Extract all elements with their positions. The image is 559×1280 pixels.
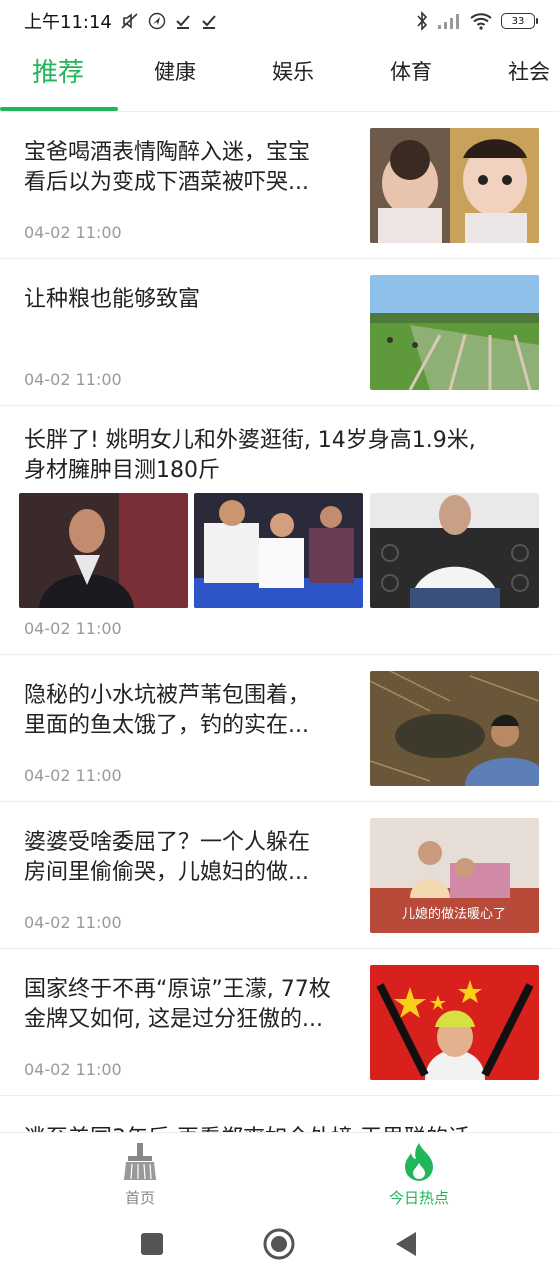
news-time: 04-02 11:00 — [24, 913, 122, 932]
news-item[interactable]: 国家终于不再“原谅”王濛, 77枚 金牌又如何, 这是过分狂傲的... 04-0… — [0, 949, 559, 1096]
news-title: 隐秘的小水坑被芦苇包围着， 里面的鱼太饿了，钓的实在... — [24, 681, 310, 741]
tab-recommend[interactable]: 推荐 — [32, 52, 84, 89]
news-title-line: 国家终于不再“原谅”王濛, 77枚 — [24, 977, 331, 1002]
recent-apps-icon[interactable] — [140, 1232, 164, 1256]
news-thumbnail — [370, 965, 539, 1080]
signal-icon — [438, 14, 459, 29]
news-item[interactable]: 长胖了! 姚明女儿和外婆逛街, 14岁身高1.9米, 身材臃肿目测180斤 04… — [0, 406, 559, 655]
news-thumbnail — [370, 128, 539, 243]
nav-hot-today[interactable]: 今日热点 — [359, 1141, 479, 1208]
news-thumbnail — [370, 493, 539, 608]
news-title-line: 宝爸喝酒表情陶醉入迷，宝宝 — [24, 140, 311, 165]
news-title-line: 看后以为变成下酒菜被吓哭... — [24, 170, 309, 195]
news-thumbnail — [370, 671, 539, 786]
news-time: 04-02 11:00 — [24, 1060, 122, 1079]
news-thumbnail — [370, 275, 539, 390]
active-tab-indicator — [0, 107, 118, 111]
nav-home-label: 首页 — [124, 1189, 155, 1207]
category-tabs: 推荐 健康 娱乐 体育 社会 — [0, 48, 559, 112]
news-title-line: 长胖了! 姚明女儿和外婆逛街, 14岁身高1.9米, — [24, 428, 476, 453]
news-title-line: 身材臃肿目测180斤 — [24, 458, 220, 483]
status-time: 上午11:14 — [24, 12, 112, 33]
bluetooth-icon — [417, 11, 428, 31]
news-title: 长胖了! 姚明女儿和外婆逛街, 14岁身高1.9米, 身材臃肿目测180斤 — [24, 426, 476, 486]
news-time: 04-02 11:00 — [24, 766, 122, 785]
news-title-line: 隐秘的小水坑被芦苇包围着， — [24, 683, 311, 708]
news-item[interactable]: 隐秘的小水坑被芦苇包围着， 里面的鱼太饿了，钓的实在... 04-02 11:0… — [0, 655, 559, 802]
nav-hot-today-label: 今日热点 — [388, 1189, 449, 1207]
home-icon[interactable] — [263, 1228, 295, 1260]
news-thumbnail — [194, 493, 363, 608]
news-thumbnail: 儿媳的做法暖心了 — [370, 818, 539, 933]
news-item[interactable]: 让种粮也能够致富 04-02 11:00 — [0, 259, 559, 406]
news-title-line: 金牌又如何, 这是过分狂傲的... — [24, 1007, 323, 1032]
mute-icon — [121, 13, 138, 29]
bottom-navigation: 首页 今日热点 — [0, 1132, 559, 1216]
news-title: 宝爸喝酒表情陶醉入迷，宝宝 看后以为变成下酒菜被吓哭... — [24, 138, 310, 198]
news-title-line: 房间里偷偷哭，儿媳妇的做... — [24, 860, 309, 885]
status-bar: 上午11:14 33 — [0, 0, 559, 42]
news-feed: 宝爸喝酒表情陶醉入迷，宝宝 看后以为变成下酒菜被吓哭... 04-02 11:0… — [0, 112, 559, 1132]
news-time: 04-02 11:00 — [24, 370, 122, 389]
tab-sports[interactable]: 体育 — [390, 56, 432, 86]
news-item[interactable]: 宝爸喝酒表情陶醉入迷，宝宝 看后以为变成下酒菜被吓哭... 04-02 11:0… — [0, 112, 559, 259]
location-icon — [148, 12, 166, 30]
battery-indicator: 33 — [501, 13, 538, 29]
check-icon — [202, 15, 216, 29]
nav-home[interactable]: 首页 — [80, 1141, 200, 1208]
news-item[interactable]: 逃至美国3年后 再看郑爽如今处境 王思聪的话 — [0, 1096, 559, 1132]
back-icon[interactable] — [394, 1231, 418, 1257]
tab-society[interactable]: 社会 — [508, 56, 550, 86]
news-title: 婆婆受啥委屈了？一个人躲在 房间里偷偷哭，儿媳妇的做... — [24, 828, 310, 888]
news-time: 04-02 11:00 — [24, 223, 122, 242]
news-title-line: 里面的鱼太饿了，钓的实在... — [24, 713, 309, 738]
news-title-line: 婆婆受啥委屈了？一个人躲在 — [24, 830, 311, 855]
news-thumbnail — [19, 493, 188, 608]
thumbnail-caption: 儿媳的做法暖心了 — [402, 906, 506, 922]
battery-level: 33 — [511, 15, 525, 27]
flame-icon — [405, 1143, 433, 1181]
tab-health[interactable]: 健康 — [154, 56, 196, 86]
news-time: 04-02 11:00 — [24, 619, 122, 638]
news-title: 让种粮也能够致富 — [24, 287, 201, 312]
news-title: 国家终于不再“原谅”王濛, 77枚 金牌又如何, 这是过分狂傲的... — [24, 975, 331, 1035]
wifi-icon — [470, 13, 492, 30]
system-navigation-bar — [0, 1216, 559, 1280]
news-item[interactable]: 婆婆受啥委屈了？一个人躲在 房间里偷偷哭，儿媳妇的做... 04-02 11:0… — [0, 802, 559, 949]
broom-icon — [124, 1143, 156, 1180]
tab-entertainment[interactable]: 娱乐 — [272, 56, 314, 86]
check-icon — [176, 15, 190, 29]
news-title: 逃至美国3年后 再看郑爽如今处境 王思聪的话 — [24, 1124, 470, 1132]
